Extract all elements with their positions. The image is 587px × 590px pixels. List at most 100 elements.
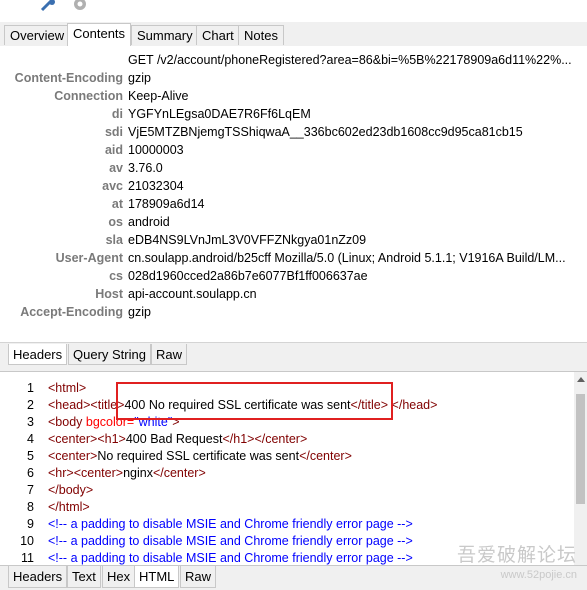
html-comment: <!-- a padding to disable MSIE and Chrom… xyxy=(48,534,413,548)
tab-overview[interactable]: Overview xyxy=(4,25,71,45)
request-subtabbar: Headers Query String Raw xyxy=(0,342,587,365)
code-line: 9 <!-- a padding to disable MSIE and Chr… xyxy=(0,516,574,533)
center-close-tag: </center> xyxy=(299,449,352,463)
header-row: User-Agent cn.soulapp.android/b25cff Mozi… xyxy=(0,249,587,267)
tab-summary[interactable]: Summary xyxy=(131,25,199,45)
request-line-text: GET /v2/account/phoneRegistered?area=86&… xyxy=(128,53,572,67)
header-row: Connection Keep-Alive xyxy=(0,87,587,105)
header-key: sdi xyxy=(104,125,123,139)
header-value: VjE5MTZBNjemgTSShiqwaA__336bc602ed23db16… xyxy=(128,125,523,139)
code-line: 5 <center>No required SSL certificate wa… xyxy=(0,448,574,465)
scrollbar-thumb[interactable] xyxy=(576,394,585,504)
request-line: GET /v2/account/phoneRegistered?area=86&… xyxy=(0,51,587,69)
line-number: 4 xyxy=(27,432,34,446)
header-value: eDB4NS9LVnJmL3V0VFFZNkgya01nZz09 xyxy=(128,233,367,247)
header-row: at 178909a6d14 xyxy=(0,195,587,213)
center-open-tag: <center> xyxy=(48,449,98,463)
tab-response-text[interactable]: Text xyxy=(67,566,101,588)
header-key: Host xyxy=(95,287,123,301)
header-value: gzip xyxy=(128,71,151,85)
code-line: 6 <hr><center>nginx</center> xyxy=(0,465,574,482)
tab-request-raw[interactable]: Raw xyxy=(151,344,188,365)
line-number: 3 xyxy=(27,415,34,429)
code-text: </body> xyxy=(48,482,93,499)
header-key: at xyxy=(111,197,123,211)
header-key: cs xyxy=(109,269,123,283)
html-comment: <!-- a padding to disable MSIE and Chrom… xyxy=(48,517,413,531)
header-row: Accept-Encoding gzip xyxy=(0,303,587,321)
header-row: sla eDB4NS9LVnJmL3V0VFFZNkgya01nZz09 xyxy=(0,231,587,249)
pane-splitter[interactable] xyxy=(0,365,587,372)
scroll-up-arrow-icon[interactable] xyxy=(577,377,585,382)
header-row: av 3.76.0 xyxy=(0,159,587,177)
header-value: gzip xyxy=(128,305,151,319)
header-value: android xyxy=(128,215,170,229)
header-key: aid xyxy=(104,143,123,157)
center-text: No required SSL certificate was sent xyxy=(97,449,300,463)
tab-response-headers[interactable]: Headers xyxy=(8,566,68,588)
head-open-tag: <head> xyxy=(48,398,91,412)
annotation-highlight-box xyxy=(116,382,393,420)
center-close-tag: </center> xyxy=(152,466,206,480)
code-text: </html> xyxy=(48,499,90,516)
code-line: 7 </body> xyxy=(0,482,574,499)
code-text: <html> xyxy=(48,380,86,397)
vertical-scrollbar[interactable] xyxy=(574,372,587,565)
tab-response-raw[interactable]: Raw xyxy=(180,566,217,588)
watermark: 吾爱破解论坛 www.52pojie.cn xyxy=(457,540,577,581)
line-number: 10 xyxy=(20,534,34,548)
header-row: Content-Encoding gzip xyxy=(0,69,587,87)
wrench-icon[interactable] xyxy=(38,0,58,12)
tab-chart[interactable]: Chart xyxy=(196,25,240,45)
header-key: di xyxy=(111,107,123,121)
html-open-tag: <html> xyxy=(48,381,87,395)
header-row: cs 028d1960cced2a86b7e6077Bf1ff006637ae xyxy=(0,267,587,285)
center-open-tag: <center> xyxy=(73,466,124,480)
line-number: 11 xyxy=(21,551,34,565)
toolbar xyxy=(0,0,587,16)
center-text: nginx xyxy=(123,466,153,480)
settings-icon[interactable] xyxy=(70,0,90,12)
tab-query-string[interactable]: Query String xyxy=(68,344,151,365)
code-text: <center>No required SSL certificate was … xyxy=(48,448,352,465)
code-text: <hr><center>nginx</center> xyxy=(48,465,206,482)
header-row: avc 21032304 xyxy=(0,177,587,195)
h1-text: 400 Bad Request xyxy=(125,432,223,446)
header-key: Accept-Encoding xyxy=(20,305,123,319)
header-row: os android xyxy=(0,213,587,231)
header-key: sla xyxy=(105,233,123,247)
h1-close-tag: </h1> xyxy=(222,432,255,446)
html-comment: <!-- a padding to disable MSIE and Chrom… xyxy=(48,551,413,565)
line-number: 2 xyxy=(27,398,34,412)
request-headers-panel: GET /v2/account/phoneRegistered?area=86&… xyxy=(0,46,587,342)
header-key: av xyxy=(109,161,123,175)
code-line: 4 <center><h1>400 Bad Request</h1></cent… xyxy=(0,431,574,448)
main-tabbar: Overview Contents Summary Chart Notes xyxy=(0,22,587,47)
line-number: 7 xyxy=(27,483,34,497)
header-key: User-Agent xyxy=(55,251,123,265)
html-close-tag: </html> xyxy=(48,500,90,514)
header-value: 3.76.0 xyxy=(128,161,163,175)
center-close-tag: </center> xyxy=(254,432,308,446)
line-number: 8 xyxy=(27,500,34,514)
tab-notes[interactable]: Notes xyxy=(238,25,284,45)
header-value: api-account.soulapp.cn xyxy=(128,287,257,301)
header-value: 10000003 xyxy=(128,143,184,157)
tab-request-headers[interactable]: Headers xyxy=(8,344,68,365)
line-number: 5 xyxy=(27,449,34,463)
watermark-title: 吾爱破解论坛 xyxy=(456,545,577,566)
head-close-tag: </head> xyxy=(391,398,438,412)
tab-response-html[interactable]: HTML xyxy=(134,566,180,588)
line-number: 6 xyxy=(27,466,34,480)
header-value: 178909a6d14 xyxy=(128,197,205,211)
line-number: 1 xyxy=(27,381,34,395)
tab-contents[interactable]: Contents xyxy=(67,23,132,47)
header-key: Connection xyxy=(54,89,123,103)
header-value: 028d1960cced2a86b7e6077Bf1ff006637ae xyxy=(128,269,368,283)
header-key: os xyxy=(108,215,123,229)
header-value: Keep-Alive xyxy=(128,89,189,103)
header-key: Content-Encoding xyxy=(14,71,123,85)
tab-response-hex[interactable]: Hex xyxy=(102,566,136,588)
body-open-tag: <body xyxy=(48,415,86,429)
header-row: aid 10000003 xyxy=(0,141,587,159)
